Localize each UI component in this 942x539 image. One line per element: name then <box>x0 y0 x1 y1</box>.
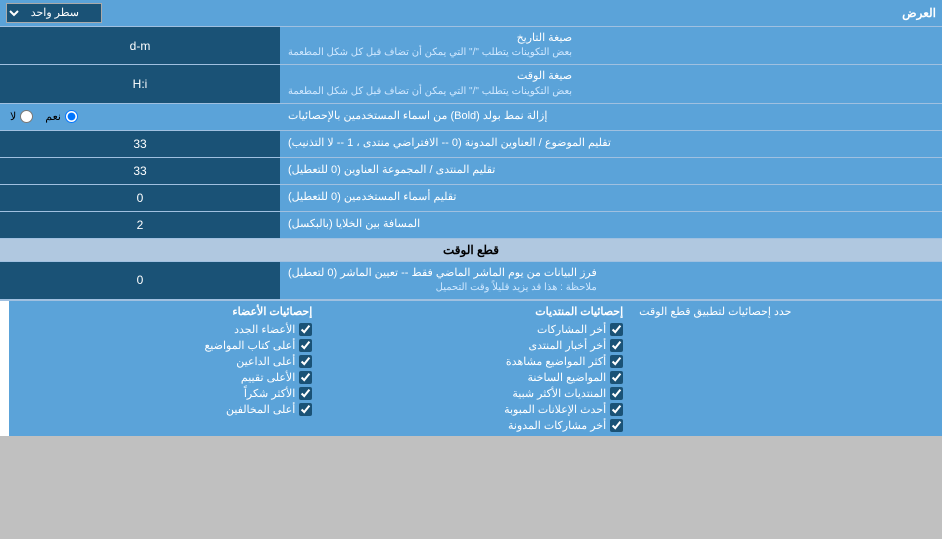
time-cutoff-input[interactable] <box>14 273 266 287</box>
usernames-input[interactable] <box>14 191 266 205</box>
date-format-input[interactable] <box>14 39 266 53</box>
checkboxes-forums-col: إحصائيات المنتديات أخر المشاركات أخر أخب… <box>320 301 631 436</box>
checkbox-latest-posts-input[interactable] <box>610 323 623 336</box>
checkbox-classified-ads[interactable]: أحدث الإعلانات المبوبة <box>328 403 623 416</box>
date-format-label: صيغة التاريخ بعض التكوينات يتطلب "/" الت… <box>280 27 942 64</box>
cell-spacing-row: المسافة بين الخلايا (بالبكسل) <box>0 212 942 239</box>
checkbox-most-thanked-input[interactable] <box>299 387 312 400</box>
usernames-label: تقليم أسماء المستخدمين (0 للتعطيل) <box>280 185 942 211</box>
topics-threads-input-container <box>0 131 280 157</box>
bold-remove-radios: نعم لا <box>0 104 280 130</box>
display-dropdown[interactable]: سطر واحد سطران ثلاثة أسطر <box>6 3 102 23</box>
checkbox-forum-news[interactable]: أخر أخبار المنتدى <box>328 339 623 352</box>
checkbox-top-rated[interactable]: الأعلى تقييم <box>17 371 312 384</box>
checkbox-top-rated-input[interactable] <box>299 371 312 384</box>
time-cutoff-section-header: قطع الوقت <box>0 239 942 262</box>
time-cutoff-input-container <box>0 262 280 299</box>
header-row: العرض سطر واحد سطران ثلاثة أسطر <box>0 0 942 27</box>
date-format-input-container <box>0 27 280 64</box>
checkbox-blog-posts[interactable]: أخر مشاركات المدونة <box>328 419 623 432</box>
forum-group-row: تقليم المنتدى / المجموعة العناوين (0 للت… <box>0 158 942 185</box>
bold-remove-label: إزالة نمط بولد (Bold) من اسماء المستخدمي… <box>280 104 942 130</box>
forum-group-label: تقليم المنتدى / المجموعة العناوين (0 للت… <box>280 158 942 184</box>
checkbox-top-callers-input[interactable] <box>299 355 312 368</box>
checkbox-similar-forums-input[interactable] <box>610 387 623 400</box>
checkbox-top-violators[interactable]: أعلى المخالفين <box>17 403 312 416</box>
checkbox-top-writers-input[interactable] <box>299 339 312 352</box>
checkbox-forum-news-input[interactable] <box>610 339 623 352</box>
date-format-row: صيغة التاريخ بعض التكوينات يتطلب "/" الت… <box>0 27 942 65</box>
checkbox-top-violators-input[interactable] <box>299 403 312 416</box>
forum-group-input-container <box>0 158 280 184</box>
checkbox-similar-forums[interactable]: المنتديات الأكثر شبية <box>328 387 623 400</box>
time-format-row: صيغة الوقت بعض التكوينات يتطلب "/" التي … <box>0 65 942 103</box>
checkbox-classified-ads-input[interactable] <box>610 403 623 416</box>
checkbox-top-writers[interactable]: أعلى كتاب المواضيع <box>17 339 312 352</box>
checkbox-latest-posts[interactable]: أخر المشاركات <box>328 323 623 336</box>
checkboxes-members-col: إحصائيات الأعضاء الأعضاء الجدد أعلى كتاب… <box>9 301 320 436</box>
time-cutoff-label: فرز البيانات من يوم الماشر الماضي فقط --… <box>280 262 942 299</box>
time-format-input[interactable] <box>14 77 266 91</box>
checkboxes-forums-header: إحصائيات المنتديات <box>328 305 623 318</box>
usernames-row: تقليم أسماء المستخدمين (0 للتعطيل) <box>0 185 942 212</box>
radio-no-label[interactable]: لا <box>10 110 33 123</box>
checkbox-new-members[interactable]: الأعضاء الجدد <box>17 323 312 336</box>
cell-spacing-input[interactable] <box>14 218 266 232</box>
topics-threads-label: تقليم الموضوع / العناوين المدونة (0 -- ا… <box>280 131 942 157</box>
checkboxes-members-header: إحصائيات الأعضاء <box>17 305 312 318</box>
header-label: العرض <box>102 6 936 20</box>
stats-limit-label: حدد إحصائيات لتطبيق قطع الوقت <box>631 301 942 436</box>
radio-no[interactable] <box>20 110 33 123</box>
main-container: العرض سطر واحد سطران ثلاثة أسطر صيغة الت… <box>0 0 942 436</box>
bold-remove-row: إزالة نمط بولد (Bold) من اسماء المستخدمي… <box>0 104 942 131</box>
radio-yes-label[interactable]: نعم <box>45 110 78 123</box>
time-cutoff-row: فرز البيانات من يوم الماشر الماضي فقط --… <box>0 262 942 300</box>
checkbox-most-viewed[interactable]: أكثر المواضيع مشاهدة <box>328 355 623 368</box>
checkbox-hot-topics[interactable]: المواضيع الساخنة <box>328 371 623 384</box>
radio-yes[interactable] <box>65 110 78 123</box>
checkbox-top-callers[interactable]: أعلى الداعين <box>17 355 312 368</box>
checkbox-most-thanked[interactable]: الأكثر شكراً <box>17 387 312 400</box>
topics-threads-row: تقليم الموضوع / العناوين المدونة (0 -- ا… <box>0 131 942 158</box>
checkbox-blog-posts-input[interactable] <box>610 419 623 432</box>
forum-group-input[interactable] <box>14 164 266 178</box>
checkbox-hot-topics-input[interactable] <box>610 371 623 384</box>
topics-threads-input[interactable] <box>14 137 266 151</box>
time-format-label: صيغة الوقت بعض التكوينات يتطلب "/" التي … <box>280 65 942 102</box>
checkbox-most-viewed-input[interactable] <box>610 355 623 368</box>
cell-spacing-label: المسافة بين الخلايا (بالبكسل) <box>280 212 942 238</box>
cell-spacing-input-container <box>0 212 280 238</box>
time-format-input-container <box>0 65 280 102</box>
stats-section: حدد إحصائيات لتطبيق قطع الوقت إحصائيات ا… <box>0 300 942 436</box>
checkbox-new-members-input[interactable] <box>299 323 312 336</box>
usernames-input-container <box>0 185 280 211</box>
